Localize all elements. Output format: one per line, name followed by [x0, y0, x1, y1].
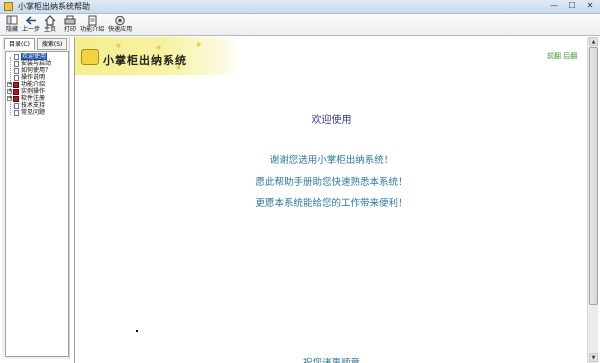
- page-icon: [14, 67, 19, 74]
- page-icon: [14, 74, 19, 81]
- quick-apply-button-label: 快速应用: [108, 26, 133, 33]
- tree-item-faq[interactable]: 常见问题: [14, 109, 45, 116]
- scroll-up-arrow[interactable]: ▲: [589, 37, 598, 46]
- star-decoration: ★: [115, 41, 123, 50]
- hide-button-label: 隐藏: [6, 26, 19, 33]
- print-button-label: 打印: [64, 26, 77, 33]
- back-button-label: 上一步: [22, 26, 41, 33]
- tree-item-label: 欢迎使用: [21, 53, 48, 60]
- page-icon: [14, 102, 19, 109]
- tree-item-label: 安装与启动: [21, 60, 52, 67]
- page-nav-links[interactable]: 前翻 后翻: [547, 51, 577, 61]
- banner: ★ ★ ★ ★ 小掌柜出纳系统: [75, 37, 241, 75]
- hide-icon: [6, 15, 18, 25]
- expand-toggle[interactable]: +: [7, 96, 12, 101]
- print-button[interactable]: 打印: [64, 14, 76, 33]
- tree-item-welcome[interactable]: 欢迎使用: [14, 53, 48, 60]
- title-bar: 小掌柜出纳系统帮助 — ☐ ✕: [0, 0, 600, 14]
- home-button-label: 主页: [44, 26, 57, 33]
- book-icon: [13, 81, 19, 88]
- features-button-label: 功能介绍: [80, 26, 105, 33]
- welcome-heading: 欢迎使用: [311, 115, 352, 126]
- window-controls: — ☐ ✕: [548, 1, 596, 11]
- tab-contents[interactable]: 目录(C): [4, 38, 35, 50]
- app-icon: [4, 2, 13, 11]
- home-icon: [44, 15, 56, 26]
- tree-item-support[interactable]: 技术支持: [14, 102, 45, 109]
- document-icon: [88, 15, 97, 26]
- contents-tree: 欢迎使用 安装与启动 如何使用？ 操作说明 + 功能介绍 + 实例操作 + 软件…: [5, 51, 69, 357]
- tree-item-examples[interactable]: + 实例操作: [7, 88, 45, 95]
- intro-line: 谢谢您选用小掌柜出纳系统！: [269, 155, 394, 166]
- back-button[interactable]: 上一步: [22, 14, 40, 33]
- expand-toggle[interactable]: +: [7, 89, 12, 94]
- navigation-pane: 目录(C) 搜索(S) 欢迎使用 安装与启动 如何使用？ 操作说明 + 功能介绍…: [2, 37, 70, 359]
- tree-item-label: 功能介绍: [21, 81, 46, 88]
- expand-toggle[interactable]: +: [7, 82, 12, 87]
- app-logo: [81, 49, 99, 65]
- star-decoration: ★: [155, 43, 163, 52]
- print-icon: [64, 15, 76, 25]
- home-button[interactable]: 主页: [44, 14, 56, 33]
- tab-search[interactable]: 搜索(S): [36, 38, 68, 50]
- book-icon: [13, 95, 19, 102]
- toolbar: 隐藏 上一步 主页 打印 功能介绍 快速应用: [0, 14, 600, 36]
- options-icon: [115, 15, 125, 26]
- back-icon: [25, 16, 37, 25]
- page-icon: [14, 60, 19, 67]
- intro-line: 更愿本系统能给您的工作带来便利！: [255, 198, 408, 209]
- tree-item-how-to-use[interactable]: 如何使用？: [14, 67, 51, 74]
- window-title: 小掌柜出纳系统帮助: [18, 2, 90, 11]
- tree-item-features[interactable]: + 功能介绍: [7, 81, 45, 88]
- tree-item-operation[interactable]: 操作说明: [14, 74, 45, 81]
- scroll-down-arrow[interactable]: ▼: [589, 353, 598, 362]
- tree-item-label: 技术支持: [21, 102, 46, 109]
- stray-dot: [136, 330, 138, 332]
- minimize-button[interactable]: —: [548, 1, 560, 11]
- closing-line: 祝您诸事顺意: [75, 355, 588, 363]
- star-decoration: ★: [195, 40, 203, 49]
- page-icon: [14, 109, 19, 116]
- tree-item-label: 实例操作: [21, 88, 46, 95]
- tree-item-label: 常见问题: [21, 109, 46, 116]
- hide-button[interactable]: 隐藏: [6, 14, 18, 33]
- banner-title: 小掌柜出纳系统: [103, 54, 187, 67]
- vertical-scrollbar[interactable]: ▲ ▼: [587, 37, 598, 363]
- scrollbar-thumb[interactable]: [589, 47, 598, 305]
- tree-item-label: 如何使用？: [21, 67, 52, 74]
- tree-item-install[interactable]: 安装与启动: [14, 60, 51, 67]
- features-button[interactable]: 功能介绍: [80, 14, 104, 33]
- maximize-button[interactable]: ☐: [566, 1, 578, 11]
- tree-item-label: 软件注册: [21, 95, 46, 102]
- help-content: ★ ★ ★ ★ 小掌柜出纳系统 前翻 后翻 欢迎使用 谢谢您选用小掌柜出纳系统！…: [74, 37, 587, 363]
- quick-apply-button[interactable]: 快速应用: [108, 14, 132, 33]
- navigation-tabs: 目录(C) 搜索(S): [4, 38, 68, 50]
- page-icon: [14, 53, 19, 60]
- intro-line: 愿此帮助手册助您快速熟悉本系统！: [255, 177, 408, 188]
- close-button[interactable]: ✕: [584, 1, 596, 11]
- tree-item-label: 操作说明: [21, 74, 46, 81]
- book-icon: [13, 88, 19, 95]
- tree-item-register[interactable]: + 软件注册: [7, 95, 45, 102]
